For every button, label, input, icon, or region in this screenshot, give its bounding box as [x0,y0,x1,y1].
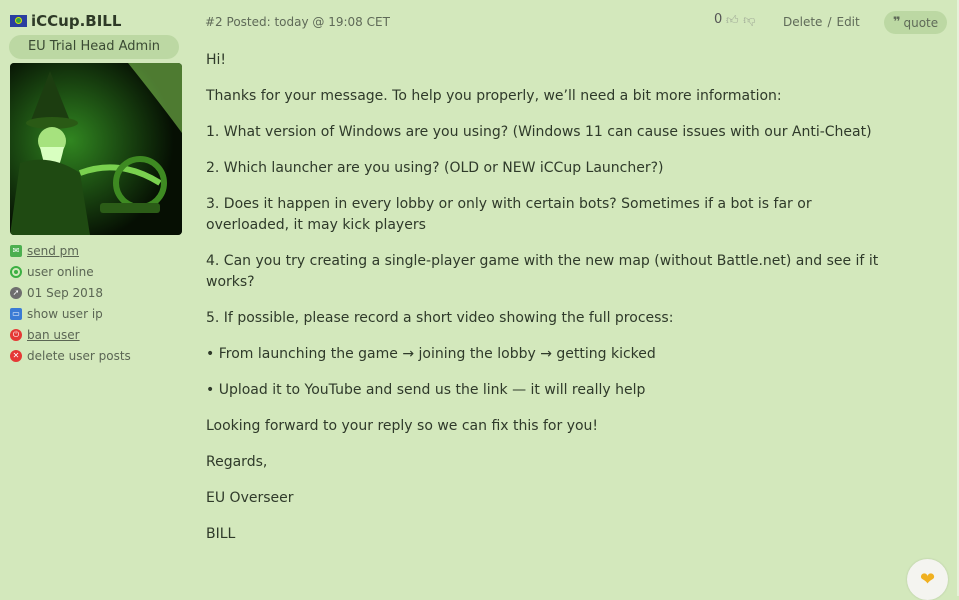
delete-user-posts-label[interactable]: delete user posts [27,349,131,363]
edit-post-link[interactable]: Edit [836,15,859,29]
heart-icon: ❤ [919,569,936,590]
mail-icon: ✉ [10,244,22,257]
author-header: iCCup.BILL [10,12,121,30]
delete-user-posts-link[interactable]: ✕ delete user posts [10,345,131,366]
quote-label: quote [903,15,939,30]
thumbs-up-icon[interactable]: 👍︎ [725,13,739,27]
author-actions: ✉ send pm user online ➚ 01 Sep 2018 ▭ sh… [10,240,131,366]
user-online-status: user online [10,261,131,282]
post-paragraph: • Upload it to YouTube and send us the l… [206,382,646,398]
quote-icon: ❞ [892,15,901,30]
post-paragraph: 5. If possible, please record a short vi… [206,310,674,326]
power-icon: ⏻ [10,328,22,341]
send-pm-label[interactable]: send pm [27,244,79,258]
user-online-label: user online [27,264,94,279]
rating-value: 0 [714,12,723,27]
author-rank-badge: EU Trial Head Admin [9,35,179,59]
separator: / [827,15,832,29]
post-rating: 0 👍︎ 👎︎ [714,12,756,27]
show-user-ip-link[interactable]: ▭ show user ip [10,303,131,324]
rocket-icon: ➚ [10,286,22,299]
post-paragraph: 1. What version of Windows are you using… [206,124,872,140]
ban-user-label[interactable]: ban user [27,328,80,342]
moderation-links: Delete / Edit [783,15,860,29]
post-paragraph: Thanks for your message. To help you pro… [206,88,782,104]
online-icon [10,265,22,278]
post-paragraph: 3. Does it happen in every lobby or only… [206,196,812,233]
post-meta[interactable]: #2 Posted: today @ 19:08 CET [205,15,390,29]
post-paragraph: • From launching the game → joining the … [206,346,656,362]
post-paragraph: EU Overseer [206,490,294,506]
forum-post: iCCup.BILL EU Trial Head Admin ✉ send pm [0,0,959,600]
ban-user-link[interactable]: ⏻ ban user [10,324,131,345]
author-username[interactable]: iCCup.BILL [31,12,121,30]
join-date-label: 01 Sep 2018 [27,285,104,300]
post-body: Hi! Thanks for your message. To help you… [206,50,886,560]
avatar[interactable] [10,63,182,235]
show-user-ip-label[interactable]: show user ip [27,307,103,321]
quote-button[interactable]: ❞ quote [884,11,947,34]
flag-icon [10,15,27,27]
post-paragraph: BILL [206,526,236,542]
post-paragraph: 2. Which launcher are you using? (OLD or… [206,160,664,176]
delete-post-link[interactable]: Delete [783,15,822,29]
join-date: ➚ 01 Sep 2018 [10,282,131,303]
heart-button[interactable]: ❤ [907,559,948,600]
monitor-icon: ▭ [10,307,22,320]
post-paragraph: 4. Can you try creating a single-player … [206,253,879,290]
post-paragraph: Hi! [206,52,227,68]
thumbs-down-icon[interactable]: 👎︎ [742,13,756,27]
send-pm-link[interactable]: ✉ send pm [10,240,131,261]
post-paragraph: Regards, [206,454,268,470]
post-paragraph: Looking forward to your reply so we can … [206,418,599,434]
delete-icon: ✕ [10,349,22,362]
